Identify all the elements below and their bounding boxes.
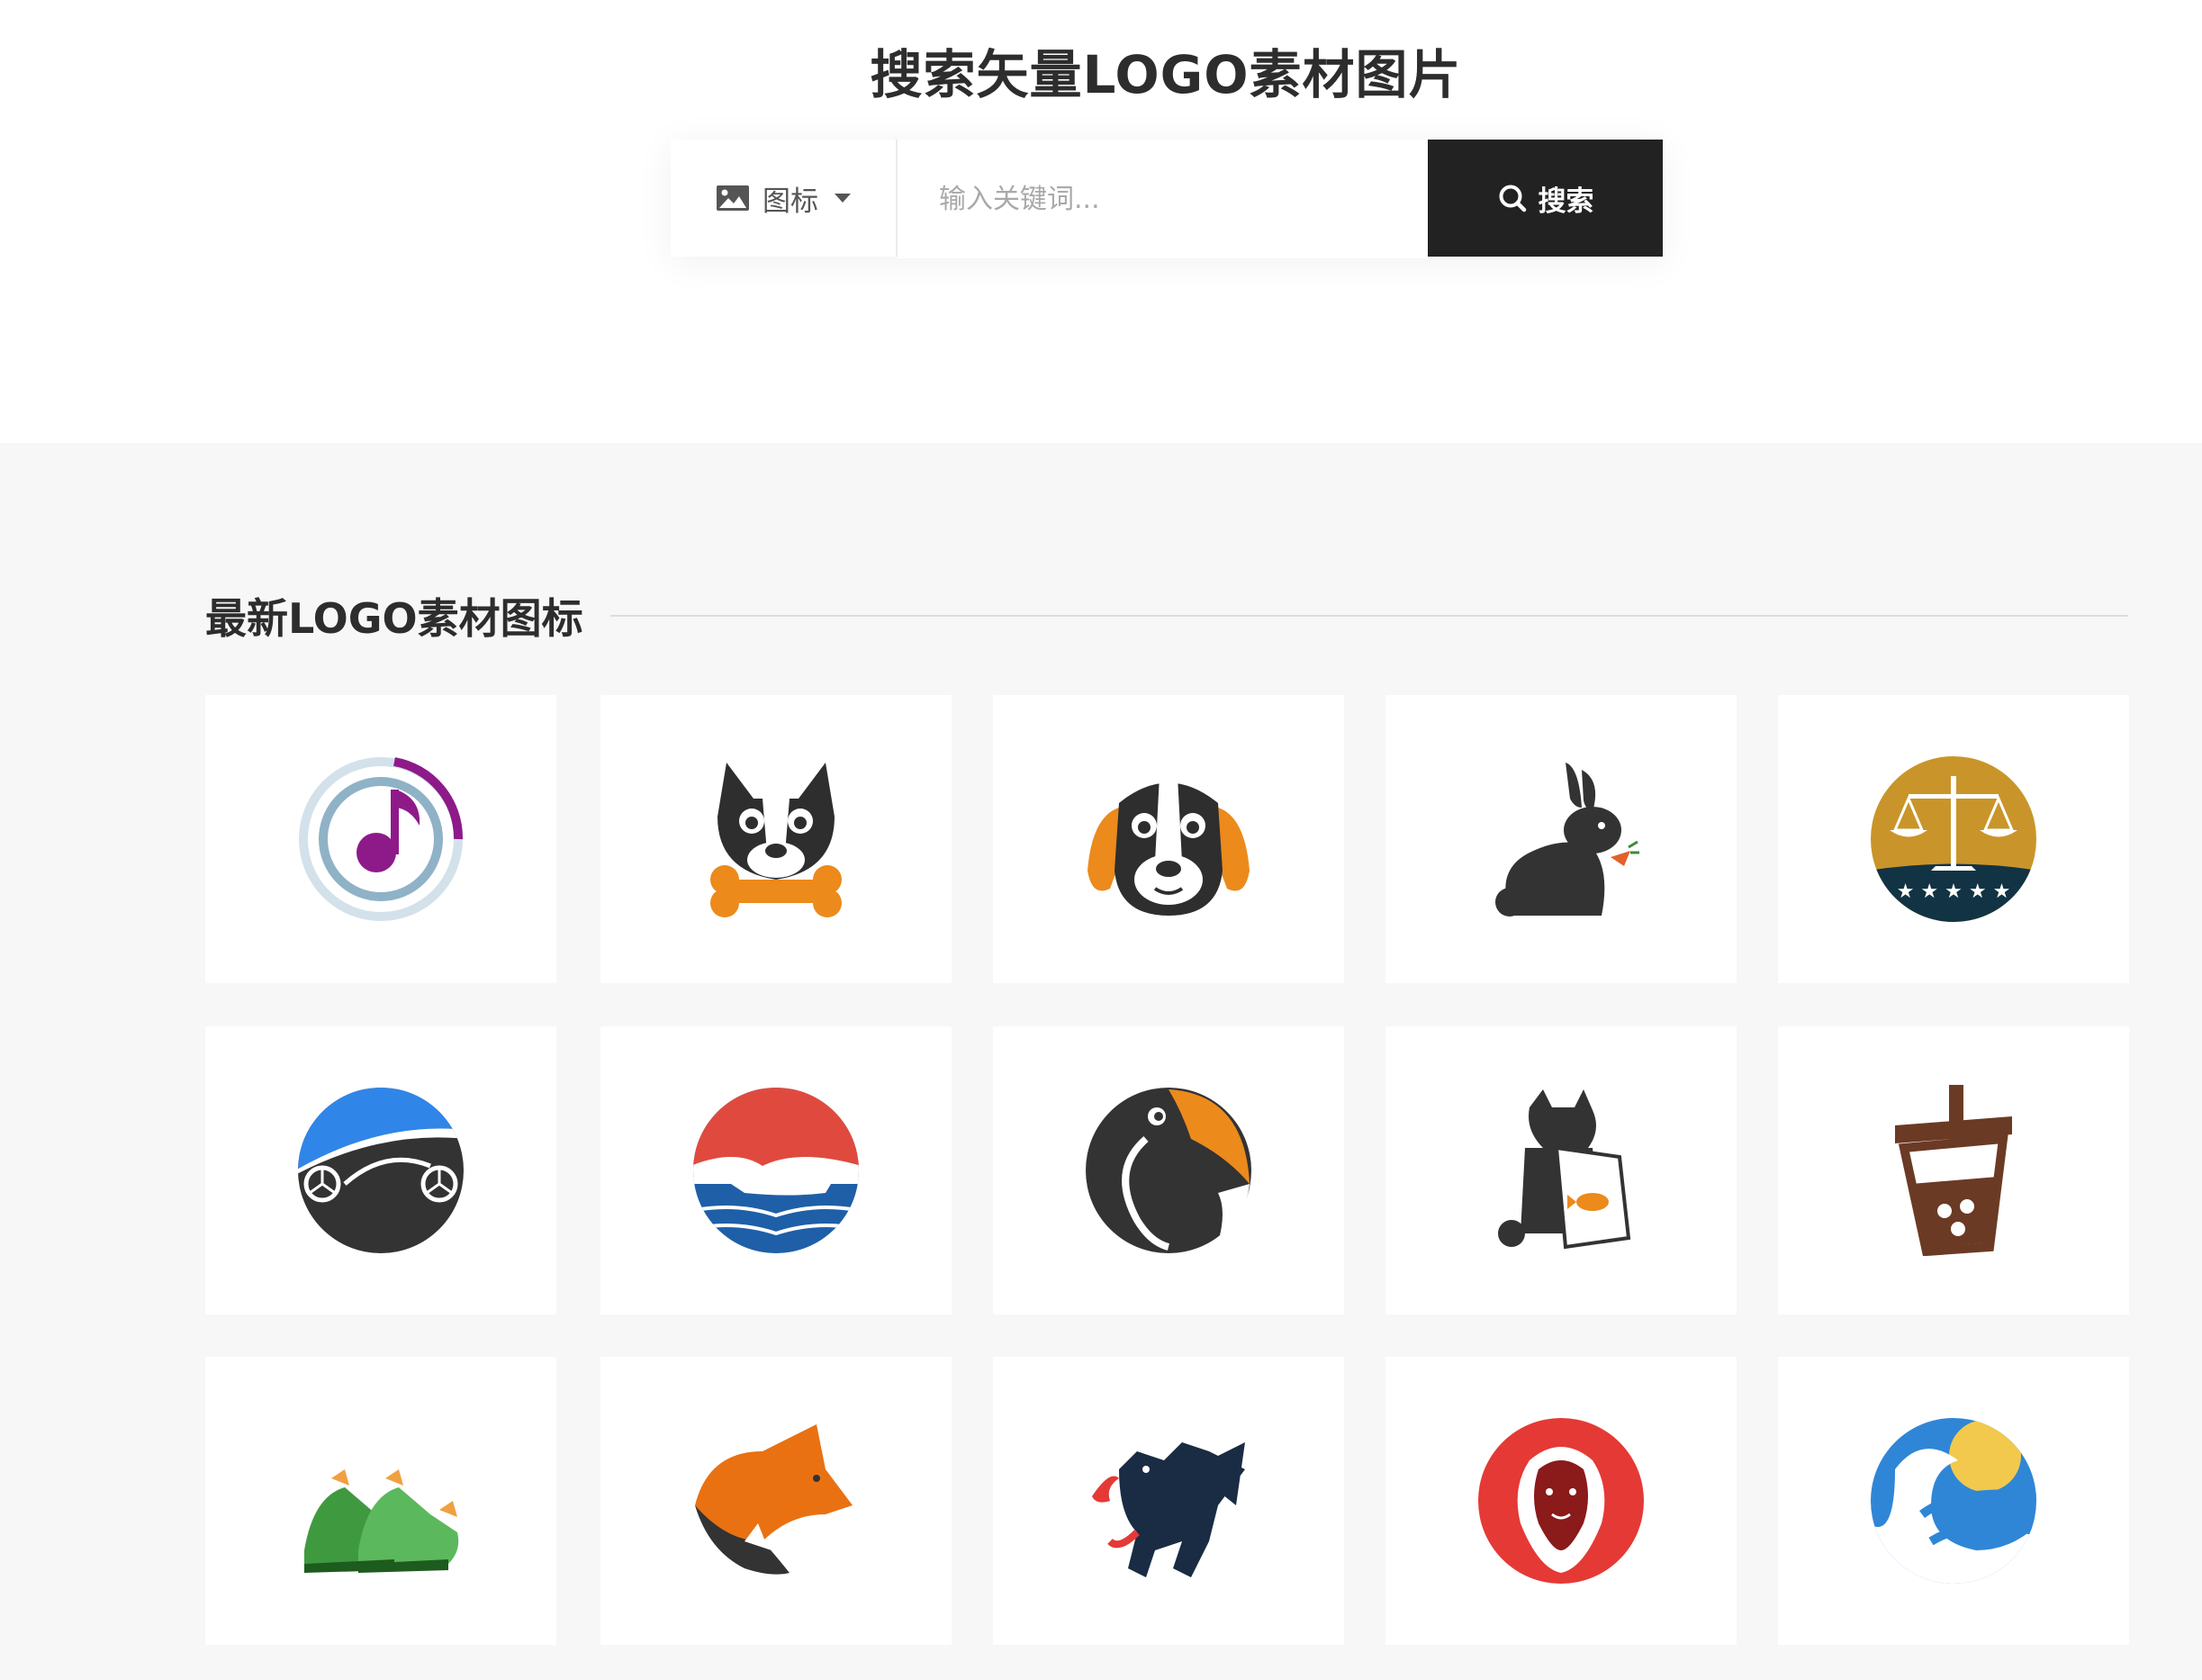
logo-card[interactable] (993, 695, 1344, 983)
search-input[interactable] (898, 140, 1428, 258)
rabbit-with-carrot-icon (1495, 763, 1639, 917)
logo-card[interactable] (993, 1357, 1344, 1645)
dragon-icon (1092, 1442, 1245, 1577)
music-note-circle-icon (299, 757, 464, 921)
logo-card[interactable] (1385, 1026, 1737, 1314)
logo-card[interactable] (600, 1357, 952, 1645)
fox-head-icon (695, 1424, 853, 1575)
car-circle-icon (298, 1088, 464, 1253)
search-type-label: 图标 (763, 185, 818, 218)
green-sneakers-icon (304, 1469, 459, 1573)
image-icon (717, 185, 749, 211)
search-button-label: 搜索 (1538, 185, 1594, 218)
logo-card[interactable] (993, 1026, 1344, 1314)
lion-red-sun-icon (1478, 1418, 1644, 1584)
chevron-down-icon (835, 194, 851, 203)
logo-card[interactable] (205, 695, 556, 983)
logo-card[interactable] (1778, 1357, 2129, 1645)
logo-card[interactable] (1385, 1357, 1737, 1645)
cat-with-fish-bag-icon (1498, 1089, 1631, 1250)
hero-section: 搜索矢量LOGO素材图片 图标 搜索 (0, 0, 2202, 443)
search-icon (1499, 185, 1526, 212)
dog-with-bone-icon (710, 763, 842, 917)
page-title: 搜索矢量LOGO素材图片 (870, 44, 1462, 105)
beagle-dog-icon (1087, 776, 1250, 916)
search-bar: 图标 搜索 (671, 140, 1663, 258)
search-button[interactable]: 搜索 (1428, 140, 1663, 257)
search-type-dropdown[interactable]: 图标 (671, 140, 898, 257)
logo-card[interactable] (205, 1026, 556, 1314)
section-header: 最新LOGO素材图标 (205, 587, 2128, 645)
swan-waves-icon (1871, 1418, 2036, 1584)
logo-gallery: 最新LOGO素材图标 ★ ★ ★ ★ ★ (0, 443, 2202, 1680)
bubble-tea-icon (1895, 1085, 2012, 1256)
toucan-bird-icon (1086, 1088, 1251, 1253)
sea-turtle-icon (693, 1088, 859, 1253)
logo-card[interactable] (1778, 1026, 2129, 1314)
section-divider (609, 615, 2128, 617)
svg-text:★ ★ ★ ★ ★: ★ ★ ★ ★ ★ (1897, 881, 2011, 903)
logo-card[interactable]: ★ ★ ★ ★ ★ (1778, 695, 2129, 983)
justice-scales-icon: ★ ★ ★ ★ ★ (1871, 756, 2036, 922)
logo-card[interactable] (600, 1026, 952, 1314)
section-title: 最新LOGO素材图标 (205, 594, 583, 643)
logo-card[interactable] (205, 1357, 556, 1645)
logo-card[interactable] (1385, 695, 1737, 983)
logo-card[interactable] (600, 695, 952, 983)
